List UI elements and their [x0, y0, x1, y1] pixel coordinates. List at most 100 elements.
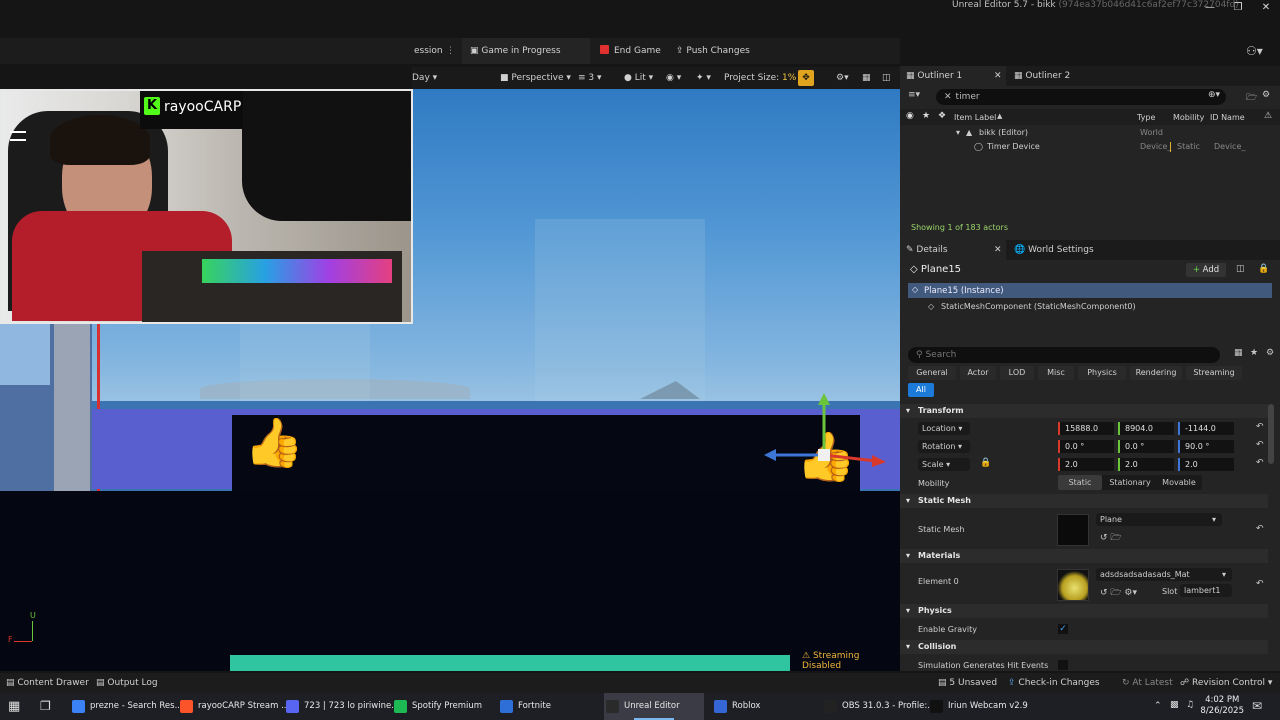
section-transform[interactable]: ▾ Transform: [900, 404, 1268, 418]
filter-lod[interactable]: LOD: [1000, 366, 1034, 380]
close-tab-icon[interactable]: ✕: [994, 240, 1002, 260]
tab-details[interactable]: ✎ Details ✕: [900, 240, 1006, 260]
lit-dropdown[interactable]: ● Lit ▾: [624, 67, 653, 89]
rotation-dropdown[interactable]: Rotation ▾: [918, 440, 970, 453]
layout-icon[interactable]: ◫: [882, 67, 891, 89]
taskbar-app[interactable]: prezne - Search Res...: [70, 693, 183, 720]
notification-icon[interactable]: ✉: [1252, 699, 1262, 713]
mesh-thumbnail[interactable]: [1057, 514, 1089, 546]
taskbar-app[interactable]: Fortnite: [498, 693, 598, 720]
scale-y-input[interactable]: 2.0: [1118, 458, 1174, 471]
push-changes-button[interactable]: ⇪ Push Changes: [676, 38, 750, 64]
component-row[interactable]: ◇ StaticMeshComponent (StaticMeshCompone…: [908, 300, 1272, 314]
volume-icon[interactable]: ♫: [1186, 700, 1194, 710]
component-instance-row[interactable]: ◇ Plane15 (Instance): [908, 283, 1272, 298]
section-collision[interactable]: ▾ Collision: [900, 640, 1268, 654]
taskbar-app[interactable]: Roblox: [712, 693, 816, 720]
session-button[interactable]: ession: [414, 38, 443, 64]
section-static-mesh[interactable]: ▾ Static Mesh: [900, 494, 1268, 508]
camera-speed-dropdown[interactable]: ≡ 3 ▾: [578, 67, 602, 89]
static-mesh-dropdown[interactable]: Plane ▾: [1096, 513, 1222, 526]
column-item-label[interactable]: Item Label: [954, 113, 996, 122]
more-icon[interactable]: ⋮: [446, 38, 455, 64]
scale-dropdown[interactable]: Scale ▾: [918, 458, 970, 471]
enable-gravity-checkbox[interactable]: ✓: [1058, 624, 1068, 634]
tools-dropdown[interactable]: ✦ ▾: [696, 67, 711, 89]
show-dropdown[interactable]: ◉ ▾: [666, 67, 681, 89]
favorite-icon[interactable]: ★: [922, 111, 930, 121]
output-log-button[interactable]: ▤ Output Log: [96, 673, 158, 693]
day-dropdown[interactable]: Day ▾: [412, 67, 437, 89]
details-search-input[interactable]: ⚲ Search: [908, 347, 1220, 363]
section-materials[interactable]: ▾ Materials: [900, 549, 1268, 563]
filter-icon[interactable]: ≡▾: [908, 90, 920, 100]
reset-icon[interactable]: ↶: [1256, 422, 1264, 432]
browse-icon[interactable]: ↺ 🗁: [1100, 530, 1122, 546]
grid-icon[interactable]: ▦: [862, 67, 871, 89]
filter-actor[interactable]: Actor: [960, 366, 996, 380]
location-dropdown[interactable]: Location ▾: [918, 422, 970, 435]
tab-outliner-1[interactable]: ▦ Outliner 1 ✕: [900, 66, 1006, 86]
close-icon[interactable]: ✕: [1252, 0, 1280, 16]
lock-scale-icon[interactable]: 🔒: [980, 458, 991, 468]
settings-icon[interactable]: ⚙: [1262, 90, 1270, 100]
task-view-icon[interactable]: ❐: [40, 699, 51, 713]
filter-misc[interactable]: Misc: [1038, 366, 1074, 380]
favorite-icon[interactable]: ★: [1250, 348, 1258, 358]
pin-icon[interactable]: ❖: [938, 111, 946, 121]
reset-icon[interactable]: ↶: [1256, 579, 1264, 589]
clock[interactable]: 4:02 PM 8/26/2025: [1200, 695, 1244, 717]
column-id-name[interactable]: ID Name: [1210, 113, 1245, 122]
users-icon[interactable]: ⚇▾: [1246, 44, 1263, 58]
mobility-static-option[interactable]: Static: [1058, 475, 1102, 490]
taskbar-app[interactable]: Spotify Premium: [392, 693, 492, 720]
tab-outliner-2[interactable]: ▦ Outliner 2: [1014, 66, 1070, 86]
windows-start-icon[interactable]: ▦: [8, 699, 20, 714]
add-icon[interactable]: ⊕▾: [1208, 90, 1220, 100]
section-physics[interactable]: ▾ Physics: [900, 604, 1268, 618]
filter-physics[interactable]: Physics: [1078, 366, 1126, 380]
close-tab-icon[interactable]: ✕: [994, 66, 1002, 86]
tab-world-settings[interactable]: 🌐 World Settings: [1014, 240, 1094, 260]
column-type[interactable]: Type: [1137, 113, 1155, 122]
taskbar-app[interactable]: 723 | 723 lo piriwine...: [284, 693, 399, 720]
material-dropdown[interactable]: adsdsadsadasads_Mat ▾: [1096, 568, 1232, 581]
filter-streaming[interactable]: Streaming: [1186, 366, 1242, 380]
rotation-y-input[interactable]: 0.0 °: [1118, 440, 1174, 453]
mobility-stationary-option[interactable]: Stationary: [1104, 475, 1156, 490]
scale-x-input[interactable]: 2.0: [1058, 458, 1114, 471]
mobility-movable-option[interactable]: Movable: [1156, 475, 1202, 490]
taskbar-app[interactable]: Unreal Editor: [604, 693, 704, 720]
content-drawer-button[interactable]: ▤ Content Drawer: [6, 673, 89, 693]
table-view-icon[interactable]: ▦: [1234, 348, 1243, 358]
column-mobility[interactable]: Mobility: [1173, 113, 1204, 122]
table-row[interactable]: ◯ Timer Device Device_ Static Device_: [900, 140, 1280, 153]
material-thumbnail[interactable]: [1057, 569, 1089, 601]
taskbar-app[interactable]: OBS 31.0.3 - Profile:...: [822, 693, 935, 720]
filter-general[interactable]: General: [908, 366, 956, 380]
tray-chevron-icon[interactable]: ⌃: [1154, 701, 1162, 711]
filter-rendering[interactable]: Rendering: [1130, 366, 1182, 380]
rotation-x-input[interactable]: 0.0 °: [1058, 440, 1114, 453]
location-x-input[interactable]: 15888.0: [1058, 422, 1114, 435]
lock-icon[interactable]: 🔒: [1258, 264, 1269, 274]
minimize-icon[interactable]: —: [1196, 0, 1224, 16]
visibility-icon[interactable]: ◉: [906, 111, 914, 121]
transform-gizmo[interactable]: [760, 389, 890, 479]
settings-icon[interactable]: ⚙▾: [836, 67, 849, 89]
end-game-button[interactable]: End Game: [600, 38, 661, 64]
slot-field[interactable]: lambert1: [1180, 584, 1232, 597]
taskbar-app[interactable]: Iriun Webcam v2.9: [928, 693, 1032, 720]
reset-icon[interactable]: ↶: [1256, 458, 1264, 468]
reset-icon[interactable]: ↶: [1256, 440, 1264, 450]
check-in-button[interactable]: ⇪ Check-in Changes: [1008, 673, 1100, 693]
settings-icon[interactable]: ⚙: [1266, 348, 1274, 358]
outliner-search-input[interactable]: ✕ timer: [936, 89, 1226, 105]
location-y-input[interactable]: 8904.0: [1118, 422, 1174, 435]
rotation-z-input[interactable]: 90.0 °: [1178, 440, 1234, 453]
game-in-progress-button[interactable]: ▣ Game in Progress: [462, 38, 590, 64]
blueprint-icon[interactable]: ◫: [1236, 264, 1245, 274]
scale-z-input[interactable]: 2.0: [1178, 458, 1234, 471]
revision-control-button[interactable]: ☍ Revision Control ▾: [1180, 673, 1272, 693]
maximize-icon[interactable]: ❐: [1224, 0, 1252, 16]
